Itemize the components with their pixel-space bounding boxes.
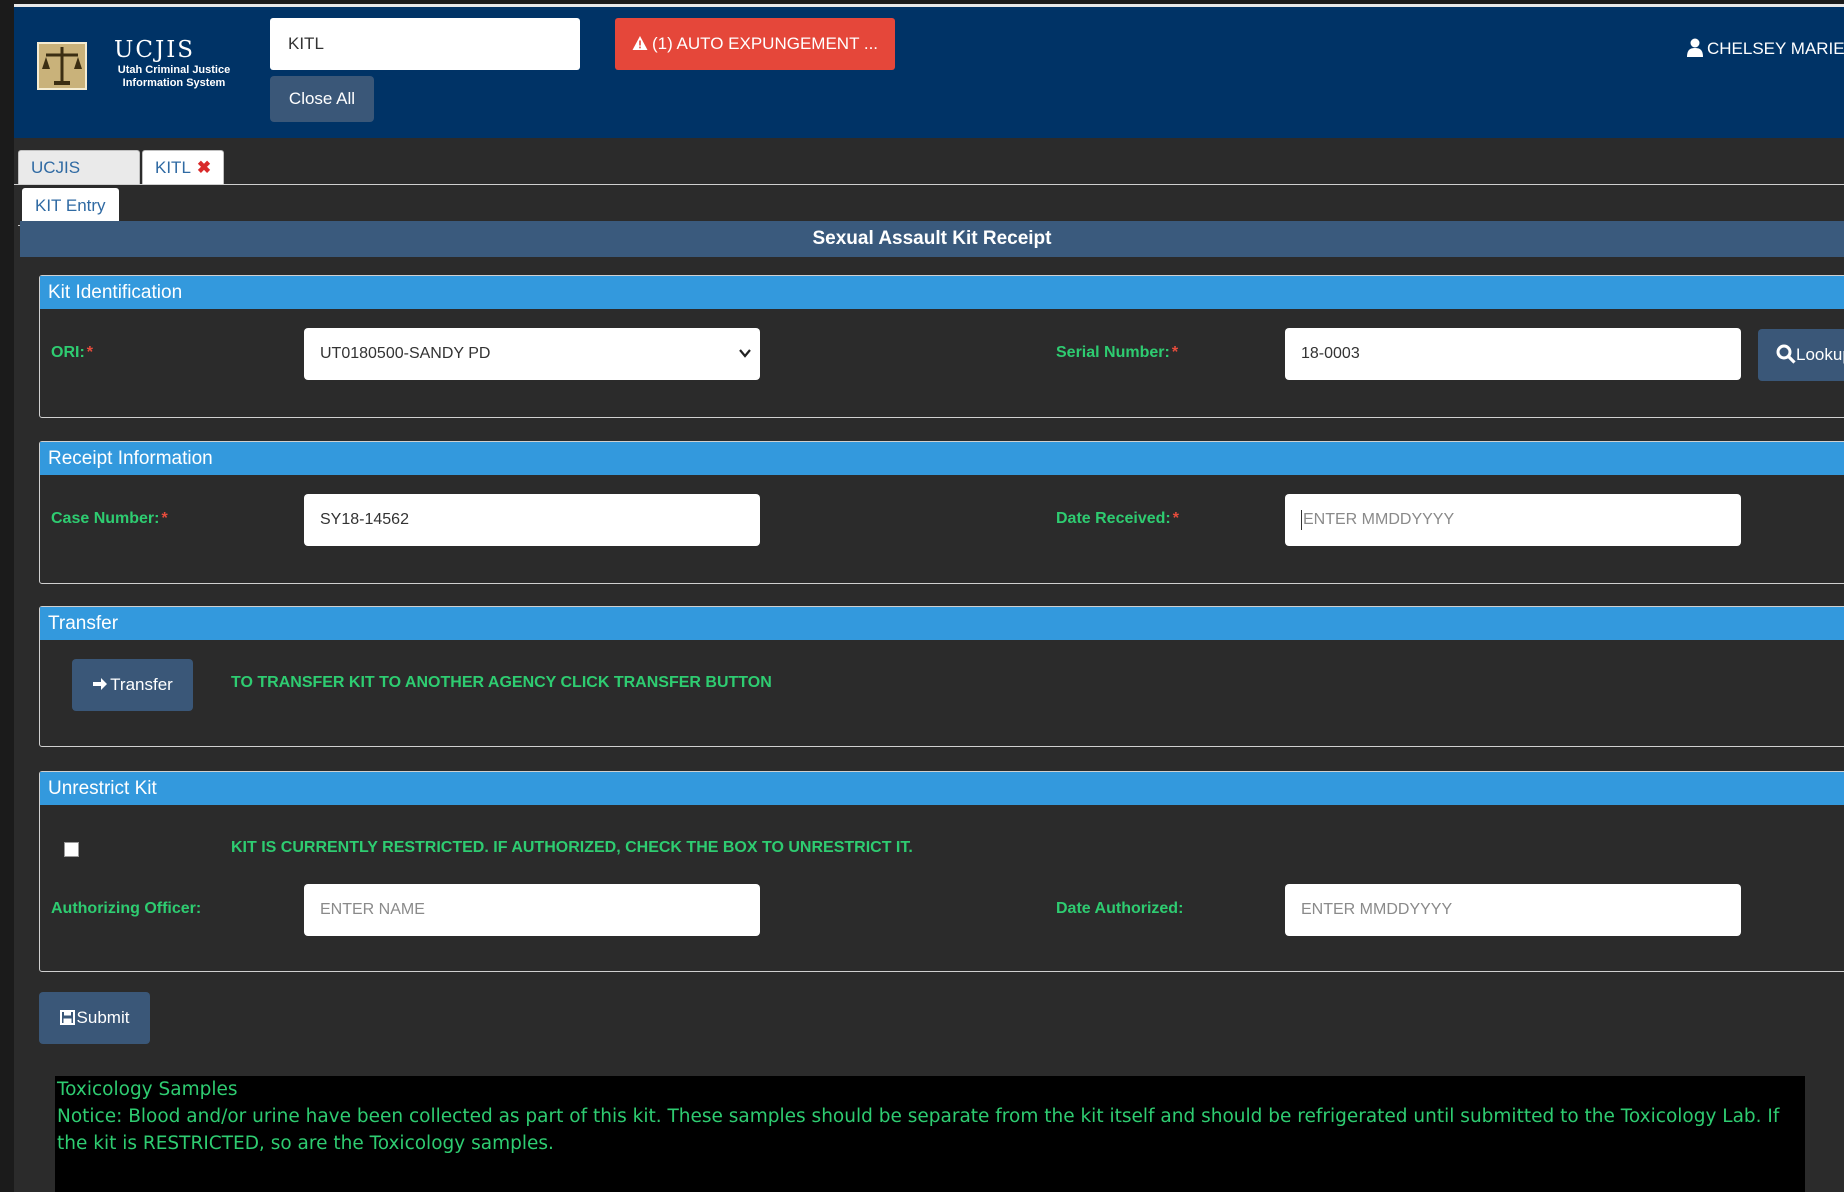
authorizing-officer-input[interactable]: ENTER NAME xyxy=(304,884,760,936)
date-received-label: Date Received: * xyxy=(1056,510,1179,527)
text-cursor xyxy=(1301,509,1302,530)
ori-label: ORI: * xyxy=(51,344,94,361)
restricted-note: KIT IS CURRENTLY RESTRICTED. IF AUTHORIZ… xyxy=(231,839,913,856)
authorizing-officer-label: Authorizing Officer: xyxy=(51,900,202,917)
required-marker: * xyxy=(161,510,168,527)
close-tab-icon[interactable]: ✖ xyxy=(197,158,211,177)
kit-identification-panel: Kit Identification ORI: * UT0180500-SANDY… xyxy=(39,275,1844,418)
ori-select[interactable]: UT0180500-SANDY PD xyxy=(304,328,760,380)
date-received-input[interactable]: ENTER MMDDYYYY xyxy=(1285,494,1741,546)
tab-label: KITL xyxy=(155,158,191,177)
tab-kit-entry[interactable]: KIT Entry xyxy=(22,188,119,224)
ori-selected-value: UT0180500-SANDY PD xyxy=(320,345,491,362)
user-name: CHELSEY MARIE xyxy=(1707,39,1844,58)
search-icon xyxy=(1776,344,1796,364)
close-all-button[interactable]: Close All xyxy=(270,76,374,122)
chevron-down-icon xyxy=(739,349,751,358)
user-menu[interactable]: CHELSEY MARIE xyxy=(1687,38,1844,59)
transfer-note: TO TRANSFER KIT TO ANOTHER AGENCY CLICK … xyxy=(231,674,772,691)
alert-label: (1) AUTO EXPUNGEMENT ... xyxy=(651,34,879,53)
warning-icon xyxy=(632,36,648,50)
user-icon xyxy=(1687,38,1703,57)
date-authorized-label: Date Authorized: xyxy=(1056,900,1184,917)
scales-of-justice-icon xyxy=(37,42,87,90)
required-marker: * xyxy=(1171,344,1179,361)
panel-heading: Transfer xyxy=(40,607,1844,640)
case-number-input[interactable]: SY18-14562 xyxy=(304,494,760,546)
toxicology-notice: Toxicology Samples Notice: Blood and/or … xyxy=(55,1076,1805,1192)
tab-kitl[interactable]: KITL ✖ xyxy=(142,150,224,184)
transfer-button[interactable]: Transfer xyxy=(72,659,193,711)
sub-tab-bar: KIT Entry xyxy=(18,185,1844,226)
required-marker: * xyxy=(1172,510,1179,527)
toxicology-title: Toxicology Samples xyxy=(57,1079,238,1100)
tab-ucjis-home[interactable]: UCJIS Home xyxy=(18,150,140,211)
module-search-input[interactable] xyxy=(270,18,580,70)
case-number-label: Case Number: * xyxy=(51,510,168,527)
date-received-placeholder: ENTER MMDDYYYY xyxy=(1303,511,1455,528)
module-tab-bar: UCJIS Home KITL ✖ xyxy=(14,138,1844,211)
transfer-panel: Transfer Transfer TO TRANSFER KIT TO ANO… xyxy=(39,606,1844,747)
transfer-label: Transfer xyxy=(110,675,173,694)
ucjis-logo[interactable]: UCJIS Utah Criminal Justice Information … xyxy=(34,33,234,97)
panel-heading: Receipt Information xyxy=(40,442,1844,475)
auto-expungement-alert-button[interactable]: (1) AUTO EXPUNGEMENT ... xyxy=(615,18,895,70)
panel-heading: Kit Identification xyxy=(40,276,1844,309)
panel-heading: Unrestrict Kit xyxy=(40,772,1844,805)
required-marker: * xyxy=(86,344,94,361)
submit-label: Submit xyxy=(76,1008,130,1027)
logo-title: UCJIS xyxy=(114,37,196,63)
top-bar: UCJIS Utah Criminal Justice Information … xyxy=(14,4,1844,138)
date-authorized-input[interactable]: ENTER MMDDYYYY xyxy=(1285,884,1741,936)
receipt-information-panel: Receipt Information Case Number: * SY18-1… xyxy=(39,441,1844,584)
serial-number-label: Serial Number: * xyxy=(1056,344,1179,361)
save-icon xyxy=(59,1010,75,1025)
unrestrict-checkbox[interactable] xyxy=(64,842,79,857)
arrow-right-icon xyxy=(93,678,108,690)
serial-number-input[interactable]: 18-0003 xyxy=(1285,328,1741,380)
lookup-label: Lookup xyxy=(1796,345,1844,364)
toxicology-notice-text: Notice: Blood and/or urine have been col… xyxy=(57,1106,1780,1154)
app-frame: UCJIS Utah Criminal Justice Information … xyxy=(14,4,1844,1192)
logo-subtitle: Utah Criminal Justice Information System xyxy=(117,64,231,89)
submit-button[interactable]: Submit xyxy=(39,992,150,1044)
lookup-button[interactable]: Lookup xyxy=(1758,329,1844,381)
page-title: Sexual Assault Kit Receipt xyxy=(20,221,1844,257)
unrestrict-kit-panel: Unrestrict Kit KIT IS CURRENTLY RESTRICT… xyxy=(39,771,1844,972)
